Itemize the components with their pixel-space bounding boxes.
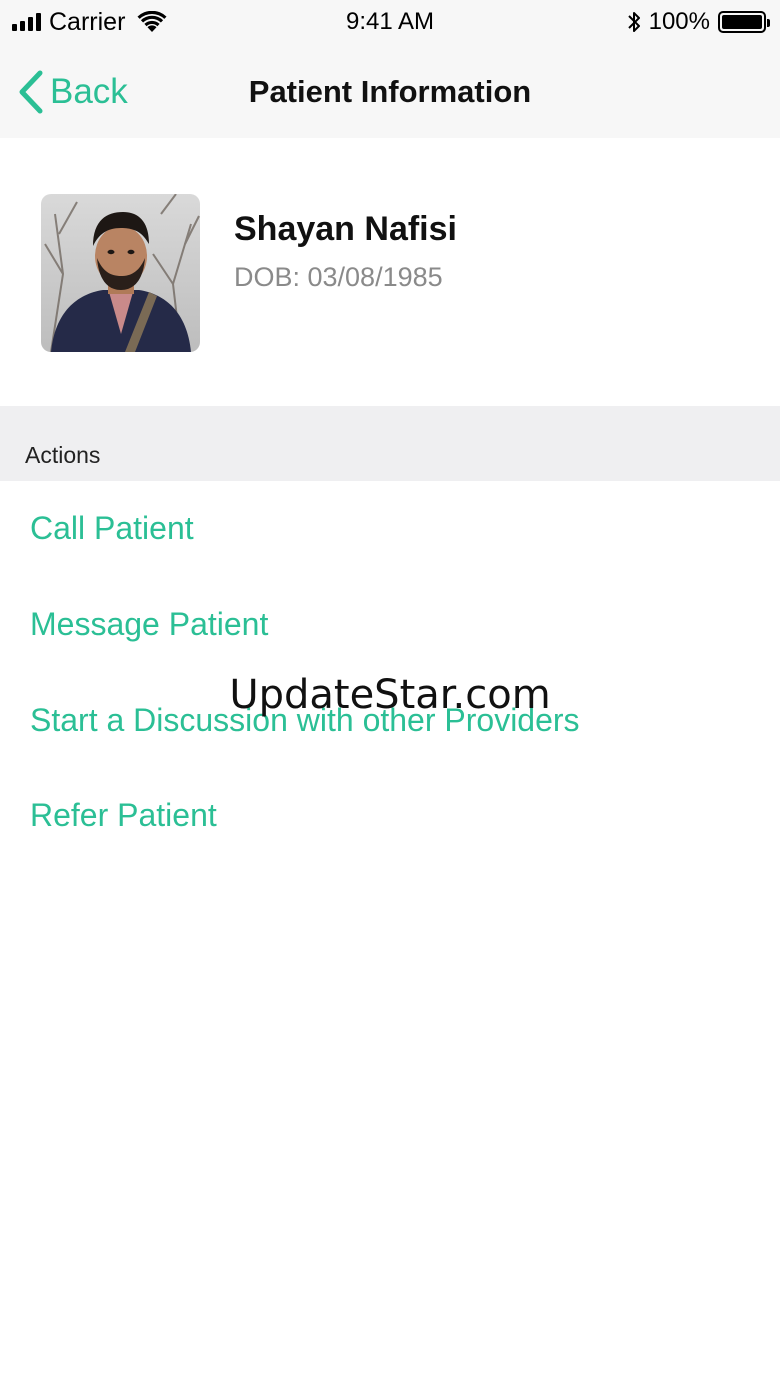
start-discussion-button[interactable]: Start a Discussion with other Providers	[30, 702, 580, 739]
battery-cap	[767, 19, 770, 27]
status-bar: Carrier 9:41 AM 100%	[0, 0, 780, 46]
patient-name: Shayan Nafisi	[234, 210, 457, 248]
screen: Carrier 9:41 AM 100% Back Patient Inform…	[0, 0, 780, 1387]
bluetooth-icon	[627, 12, 640, 32]
patient-avatar	[41, 194, 200, 352]
message-patient-button[interactable]: Message Patient	[30, 606, 268, 643]
navigation-bar: Back Patient Information	[0, 46, 780, 138]
patient-photo	[41, 194, 200, 352]
battery-percentage: 100%	[648, 8, 710, 35]
patient-dob: DOB: 03/08/1985	[234, 262, 443, 292]
battery-icon	[718, 11, 770, 33]
section-title: Actions	[25, 442, 101, 468]
page-title: Patient Information	[248, 74, 532, 109]
status-bar-right: 100%	[627, 6, 770, 38]
battery-fill	[722, 15, 762, 29]
patient-header: Shayan Nafisi DOB: 03/08/1985	[0, 138, 780, 406]
refer-patient-button[interactable]: Refer Patient	[30, 797, 217, 834]
call-patient-button[interactable]: Call Patient	[30, 510, 194, 547]
actions-section-header: Actions	[0, 406, 780, 481]
